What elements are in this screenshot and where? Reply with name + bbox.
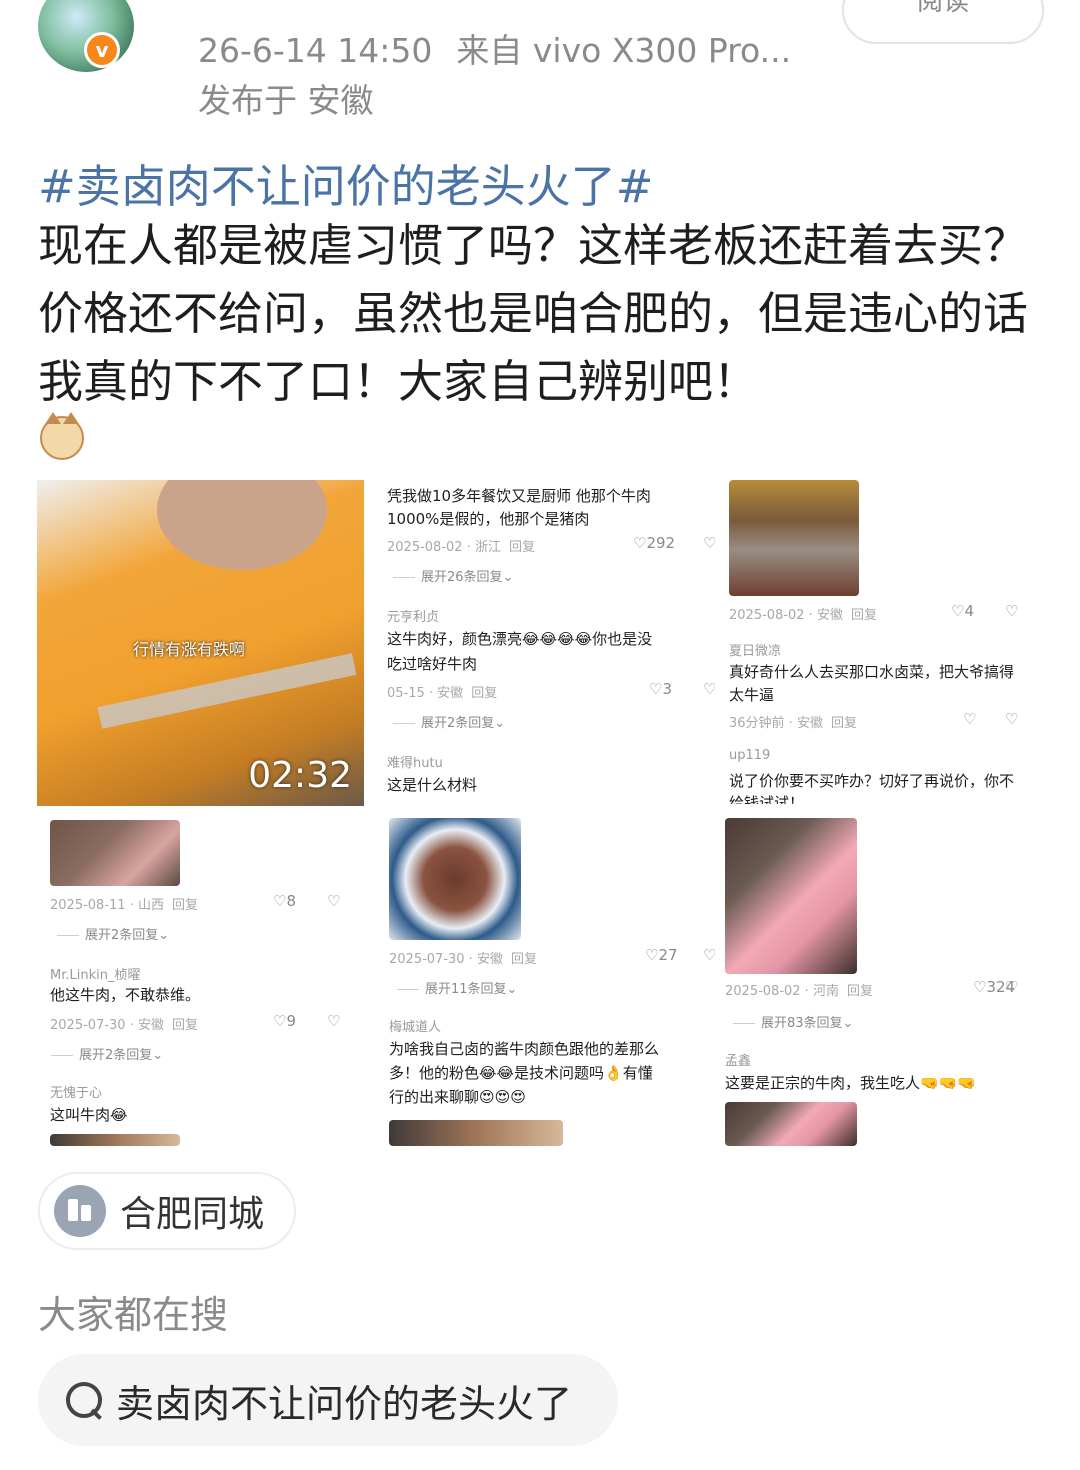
expand-replies: 展开11条回复⌄ xyxy=(397,978,517,997)
post-body: 现在人都是被虐习惯了吗？这样老板还赶着去买？价格还不给问，虽然也是咱合肥的，但是… xyxy=(38,219,1029,408)
comment-text: 行的出来聊聊😍😍😍 xyxy=(389,1088,526,1106)
dislike-icon: ♡ xyxy=(327,1012,341,1030)
dislike-icon: ♡ xyxy=(327,892,341,910)
dislike-icon: ♡ xyxy=(703,946,715,964)
expand-replies: 展开2条回复⌄ xyxy=(51,1044,163,1063)
post-source: 来自 vivo X300 Pro... xyxy=(456,31,792,70)
comment-author: Mr.Linkin_桢曜 xyxy=(50,968,141,983)
read-count-button[interactable]: 阅读 xyxy=(842,0,1044,44)
comment-image xyxy=(389,1120,563,1146)
heart-icon: ♡8 xyxy=(273,892,296,910)
comment-text: 凭我做10多年餐饮又是厨师 他那个牛肉 xyxy=(387,487,651,505)
comment-author: 梅城道人 xyxy=(389,1020,442,1035)
comment-text: 给钱试试！ xyxy=(729,794,805,804)
dislike-icon: ♡ xyxy=(1005,710,1019,728)
comment-meta: 2025-08-02 · 浙江 回复 xyxy=(387,540,535,555)
post-location: 发布于 安徽 xyxy=(198,81,374,120)
city-tag-label: 合肥同城 xyxy=(120,1194,265,1235)
comment-image xyxy=(725,1102,857,1146)
dislike-icon: ♡ xyxy=(703,534,715,552)
comment-text: 1000%是假的，他那个是猪肉 xyxy=(387,510,590,528)
comment-meta: 2025-07-30 · 安徽 回复 xyxy=(389,952,537,967)
search-icon xyxy=(64,1380,104,1420)
expand-replies: 展开83条回复⌄ xyxy=(733,1012,853,1031)
comment-author: 难得hutu xyxy=(387,756,443,771)
comment-text: 这牛肉好，颜色漂亮😂😂😂😂你也是没 xyxy=(387,630,653,648)
city-tag-button[interactable]: 合肥同城 xyxy=(38,1172,297,1250)
trending-search-heading: 大家都在搜 xyxy=(38,1293,229,1337)
comment-image xyxy=(389,818,521,940)
heart-icon: ♡27 xyxy=(645,946,678,964)
comment-meta: 2025-07-30 · 安徽 回复 xyxy=(50,1018,198,1033)
comment-text: 这是什么材料 xyxy=(387,776,478,794)
heart-icon: ♡9 xyxy=(273,1012,296,1030)
cat-emoji-icon xyxy=(40,412,84,460)
author-avatar[interactable] xyxy=(38,0,134,72)
comment-author: 孟鑫 xyxy=(725,1054,752,1069)
comment-text: 太牛逼 xyxy=(729,686,775,704)
dislike-icon: ♡ xyxy=(1005,602,1019,620)
vest-strip xyxy=(97,653,357,729)
post-meta: 26-6-14 14:50 来自 vivo X300 Pro... xyxy=(198,24,791,72)
comment-text: 说了价你要不买咋办？切好了再说价，你不 xyxy=(729,772,1015,790)
comment-image xyxy=(725,818,857,974)
comment-text: 吃过啥好牛肉 xyxy=(387,655,478,673)
comment-image xyxy=(50,820,180,886)
comment-meta: 2025-08-02 · 安徽 回复 xyxy=(729,608,877,623)
screenshot-panel-2: 凭我做10多年餐饮又是厨师 他那个牛肉 1000%是假的，他那个是猪肉 2025… xyxy=(375,480,715,1146)
comment-text: 这叫牛肉😂 xyxy=(50,1106,128,1124)
comment-meta: 36分钟前 · 安徽 回复 xyxy=(729,716,857,731)
comment-author: 无愧于心 xyxy=(50,1086,103,1101)
screenshot-panel-3: 2025-08-02 · 安徽 回复 ♡4 ♡ 夏日微凉 真好奇什么人去买那口水卤… xyxy=(723,480,1043,1146)
dislike-icon: ♡ xyxy=(703,680,715,698)
city-icon xyxy=(54,1185,106,1237)
comment-author: 夏日微凉 xyxy=(729,644,782,659)
heart-icon: ♡ xyxy=(963,710,977,728)
comment-text: 这要是正宗的牛肉，我生吃人🤜🤜🤜 xyxy=(725,1074,977,1092)
post-time: 26-6-14 14:50 xyxy=(198,31,433,70)
video-caption: 行情有涨有跌啊 xyxy=(133,640,246,659)
video-duration: 02:32 xyxy=(248,755,352,796)
expand-replies: 展开2条回复⌄ xyxy=(393,712,505,731)
comment-image xyxy=(50,1134,180,1146)
screenshot-panel-1: 行情有涨有跌啊 02:32 2025-08-11 · 山西 回复 ♡8 ♡ 展开2… xyxy=(37,480,367,1146)
hashtag-link[interactable]: #卖卤肉不让问价的老头火了# xyxy=(38,150,653,215)
heart-icon: ♡3 xyxy=(649,680,672,698)
video-thumbnail[interactable]: 行情有涨有跌啊 02:32 xyxy=(37,480,364,806)
person-head xyxy=(157,480,327,570)
verified-icon: v xyxy=(84,32,120,68)
trending-search-item[interactable]: 卖卤肉不让问价的老头火了 xyxy=(38,1354,618,1446)
comment-text: 他这牛肉，不敢恭维。 xyxy=(50,986,201,1004)
comment-text: 多！他的粉色😂😂是技术问题吗👌有懂 xyxy=(389,1064,653,1082)
comment-image xyxy=(729,480,859,596)
comment-author: up119 xyxy=(729,748,771,763)
comment-meta: 2025-08-11 · 山西 回复 xyxy=(50,898,198,913)
comment-text: 真好奇什么人去买那口水卤菜，把大爷搞得 xyxy=(729,663,1015,681)
heart-icon: ♡292 xyxy=(633,534,676,552)
dislike-icon: ♡ xyxy=(1005,978,1019,996)
trending-search-text: 卖卤肉不让问价的老头火了 xyxy=(116,1381,573,1426)
comment-meta: 2025-08-02 · 河南 回复 xyxy=(725,984,873,999)
comment-meta: 05-15 · 安徽 回复 xyxy=(387,686,498,701)
expand-replies: 展开2条回复⌄ xyxy=(57,924,169,943)
heart-icon: ♡4 xyxy=(951,602,974,620)
post-image-collage[interactable]: 行情有涨有跌啊 02:32 2025-08-11 · 山西 回复 ♡8 ♡ 展开2… xyxy=(37,480,1043,1146)
comment-author: 元亨利贞 xyxy=(387,610,440,625)
expand-replies: 展开26条回复⌄ xyxy=(393,566,513,585)
read-label: 阅读 xyxy=(916,0,969,17)
comment-text: 为啥我自己卤的酱牛肉颜色跟他的差那么 xyxy=(389,1040,660,1058)
